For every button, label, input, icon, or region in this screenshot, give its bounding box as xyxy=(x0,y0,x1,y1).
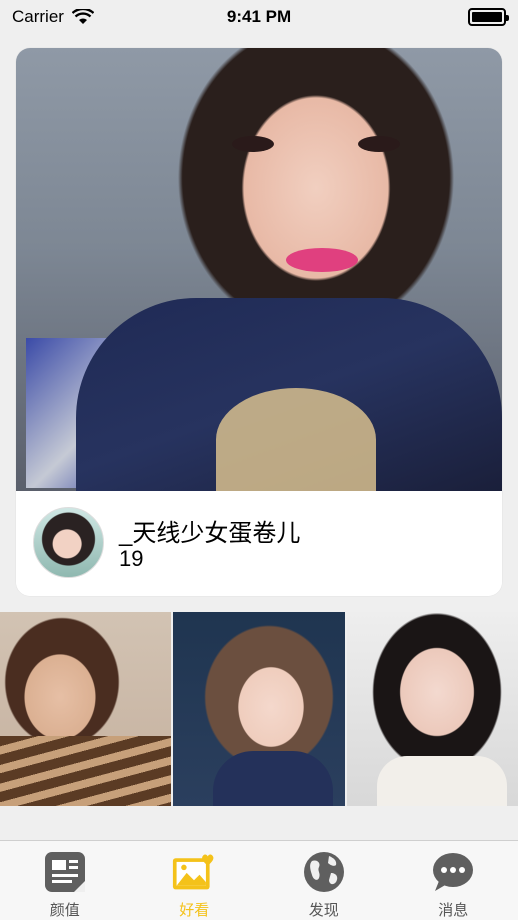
chat-bubble-icon xyxy=(431,851,475,893)
wifi-icon xyxy=(71,9,94,24)
tab-faxian[interactable]: 发现 xyxy=(259,841,389,920)
featured-photo[interactable] xyxy=(16,48,502,491)
globe-icon xyxy=(302,851,346,893)
tab-label: 消息 xyxy=(438,902,469,919)
status-bar: Carrier 9:41 PM xyxy=(0,0,518,34)
thumbnail-strip xyxy=(0,612,518,806)
photo-heart-icon xyxy=(172,851,216,893)
tab-label: 好看 xyxy=(179,902,210,919)
thumbnail-photo[interactable] xyxy=(0,612,172,806)
tab-bar: 颜值 好看 发现 消息 xyxy=(0,840,518,920)
carrier-label: Carrier xyxy=(12,7,64,26)
tab-haokan[interactable]: 好看 xyxy=(130,841,260,920)
featured-age: 19 xyxy=(119,546,144,571)
featured-card[interactable]: _天线少女蛋卷儿 19 xyxy=(16,48,502,596)
tab-xiaoxi[interactable]: 消息 xyxy=(389,841,518,920)
avatar[interactable] xyxy=(33,507,104,578)
tab-label: 发现 xyxy=(308,902,339,919)
document-icon xyxy=(43,851,87,893)
status-left: Carrier xyxy=(12,7,94,27)
featured-info: _天线少女蛋卷儿 19 xyxy=(16,491,502,596)
battery-icon xyxy=(468,8,509,26)
thumbnail-photo[interactable] xyxy=(346,612,518,806)
tab-label: 颜值 xyxy=(49,902,80,919)
tab-yanzhi[interactable]: 颜值 xyxy=(0,841,130,920)
thumbnail-photo[interactable] xyxy=(173,612,345,806)
featured-name: _天线少女蛋卷儿 xyxy=(119,520,301,547)
